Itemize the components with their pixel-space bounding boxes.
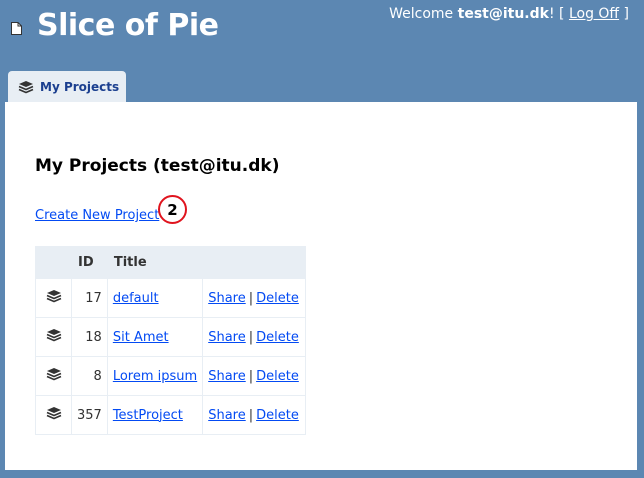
stack-icon bbox=[18, 81, 34, 94]
share-link[interactable]: Share bbox=[208, 408, 246, 423]
user-email: test@itu.dk bbox=[457, 6, 549, 22]
action-separator: | bbox=[248, 368, 254, 384]
welcome-text: Welcome bbox=[389, 6, 458, 22]
stack-icon bbox=[46, 290, 61, 303]
bracket-close: ] bbox=[619, 6, 629, 22]
action-separator: | bbox=[248, 329, 254, 345]
project-title-link[interactable]: TestProject bbox=[113, 408, 183, 423]
table-header-row: ID Title bbox=[35, 246, 307, 279]
header-title: Title bbox=[106, 246, 204, 279]
table-row: 357 TestProject Share | Delete bbox=[35, 395, 307, 435]
create-project-link[interactable]: Create New Project bbox=[35, 208, 159, 223]
project-title-link[interactable]: default bbox=[113, 291, 159, 306]
share-link[interactable]: Share bbox=[208, 291, 246, 306]
row-id: 18 bbox=[71, 317, 108, 357]
site-title: Slice of Pie bbox=[37, 8, 219, 43]
row-icon-cell bbox=[35, 356, 72, 396]
row-icon-cell bbox=[35, 317, 72, 357]
project-title-link[interactable]: Lorem ipsum bbox=[113, 369, 197, 384]
tab-label: My Projects bbox=[40, 80, 120, 94]
row-id: 8 bbox=[71, 356, 108, 396]
table-row: 17 default Share | Delete bbox=[35, 278, 307, 318]
row-icon-cell bbox=[35, 395, 72, 435]
delete-link[interactable]: Delete bbox=[256, 291, 299, 306]
row-id: 17 bbox=[71, 278, 108, 318]
logoff-link[interactable]: Log Off bbox=[569, 6, 619, 22]
share-link[interactable]: Share bbox=[208, 330, 246, 345]
header-actions bbox=[202, 246, 307, 279]
action-separator: | bbox=[248, 407, 254, 423]
table-row: 18 Sit Amet Share | Delete bbox=[35, 317, 307, 357]
action-separator: | bbox=[248, 290, 254, 306]
stack-icon bbox=[46, 368, 61, 381]
tab-my-projects[interactable]: My Projects bbox=[8, 71, 126, 103]
stack-icon bbox=[46, 407, 61, 420]
table-row: 8 Lorem ipsum Share | Delete bbox=[35, 356, 307, 396]
stack-icon bbox=[46, 329, 61, 342]
project-title-link[interactable]: Sit Amet bbox=[113, 330, 169, 345]
row-icon-cell bbox=[35, 278, 72, 318]
delete-link[interactable]: Delete bbox=[256, 330, 299, 345]
login-display: Welcome test@itu.dk! [ Log Off ] bbox=[389, 6, 629, 22]
delete-link[interactable]: Delete bbox=[256, 369, 299, 384]
page-title: My Projects (test@itu.dk) bbox=[35, 156, 280, 176]
document-icon bbox=[11, 22, 22, 35]
projects-table: ID Title 17 default Share | Delete 18 Sit … bbox=[35, 246, 307, 435]
header-id: ID bbox=[71, 246, 108, 279]
delete-link[interactable]: Delete bbox=[256, 408, 299, 423]
row-id: 357 bbox=[71, 395, 108, 435]
header-icon-col bbox=[35, 246, 72, 279]
share-link[interactable]: Share bbox=[208, 369, 246, 384]
annotation-marker-2: 2 bbox=[158, 195, 187, 224]
bracket-open: [ bbox=[554, 6, 569, 22]
main-content: My Projects (test@itu.dk) Create New Pro… bbox=[5, 102, 637, 470]
